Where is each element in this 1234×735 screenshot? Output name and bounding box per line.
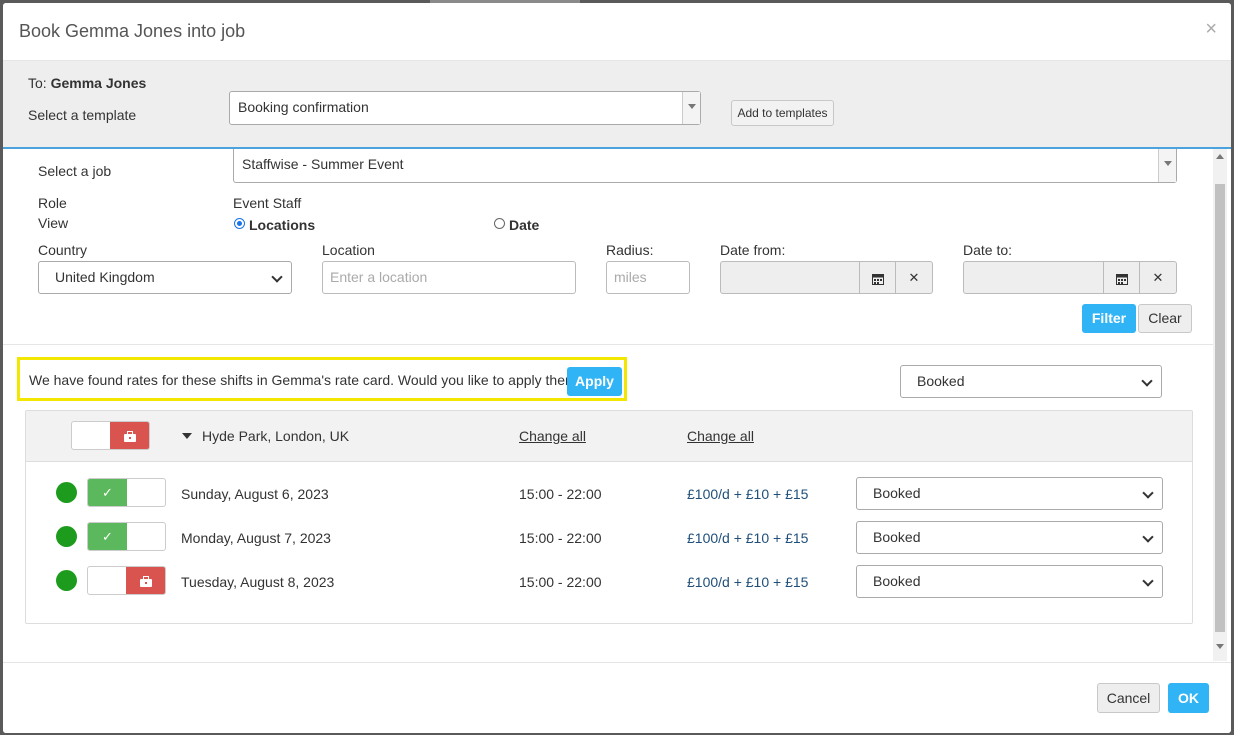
- change-all-rate-link[interactable]: Change all: [687, 428, 754, 444]
- modal-title: Book Gemma Jones into job: [19, 21, 246, 41]
- shift-date: Monday, August 7, 2023: [181, 530, 331, 546]
- view-label: View: [38, 215, 69, 231]
- briefcase-icon: [110, 422, 149, 449]
- role-value: Event Staff: [233, 195, 302, 211]
- modal-header: Book Gemma Jones into job ×: [3, 3, 1231, 61]
- chevron-down-icon: [1142, 487, 1154, 499]
- template-select-value: Booking confirmation: [238, 99, 369, 115]
- shift-status-select[interactable]: Booked: [856, 521, 1163, 554]
- calendar-icon[interactable]: [859, 262, 896, 293]
- check-icon: ✓: [88, 479, 127, 506]
- cancel-button[interactable]: Cancel: [1097, 683, 1160, 713]
- country-select[interactable]: United Kingdom: [38, 261, 292, 294]
- close-icon[interactable]: ×: [1205, 18, 1217, 41]
- chevron-down-icon: [682, 92, 700, 124]
- modal-footer: Cancel OK: [3, 662, 1231, 733]
- radius-label: Radius:: [606, 242, 654, 258]
- shift-date: Tuesday, August 8, 2023: [181, 574, 335, 590]
- date-to-input[interactable]: ✕: [963, 261, 1177, 294]
- shift-status-value: Booked: [873, 573, 921, 589]
- view-date-radio[interactable]: [494, 218, 505, 229]
- shift-status-select[interactable]: Booked: [856, 477, 1163, 510]
- shift-toggle[interactable]: ✓: [87, 522, 166, 551]
- status-all-select[interactable]: Booked: [900, 365, 1162, 398]
- scroll-up-icon[interactable]: [1216, 154, 1224, 159]
- job-select[interactable]: Staffwise - Summer Event: [233, 149, 1177, 183]
- shift-time: 15:00 - 22:00: [519, 486, 602, 502]
- job-select-value: Staffwise - Summer Event: [242, 156, 404, 172]
- date-to-label: Date to:: [963, 242, 1013, 258]
- status-dot: [56, 526, 77, 547]
- country-label: Country: [38, 242, 88, 258]
- job-label: Select a job: [38, 163, 112, 179]
- status-all-value: Booked: [917, 373, 965, 389]
- booking-modal: Book Gemma Jones into job × To: Gemma Jo…: [3, 3, 1231, 733]
- shift-status-value: Booked: [873, 529, 921, 545]
- radius-input[interactable]: miles: [606, 261, 690, 294]
- status-dot: [56, 570, 77, 591]
- check-icon: ✓: [88, 523, 127, 550]
- shift-toggle[interactable]: ✓: [87, 478, 166, 507]
- template-bar: To: Gemma Jones Select a template Bookin…: [3, 61, 1231, 149]
- recipient-name: Gemma Jones: [50, 75, 147, 91]
- template-select[interactable]: Booking confirmation: [229, 91, 701, 125]
- shift-rate-link[interactable]: £100/d + £10 + £15: [687, 530, 808, 546]
- recipient-line: To: Gemma Jones: [28, 75, 146, 91]
- template-label: Select a template: [28, 107, 137, 123]
- view-locations-label[interactable]: Locations: [249, 217, 315, 233]
- chevron-down-icon: [1158, 149, 1176, 182]
- chevron-down-icon: [1142, 575, 1154, 587]
- shift-time: 15:00 - 22:00: [519, 530, 602, 546]
- add-to-templates-button[interactable]: Add to templates: [731, 100, 834, 126]
- caret-down-icon[interactable]: [182, 433, 192, 439]
- group-toggle[interactable]: [71, 421, 150, 450]
- clear-date-to-icon[interactable]: ✕: [1139, 262, 1176, 293]
- chevron-down-icon: [1141, 375, 1153, 387]
- modal-body[interactable]: Select a job Staffwise - Summer Event Ro…: [3, 149, 1231, 661]
- recipient-prefix: To:: [28, 75, 51, 91]
- location-group-name: Hyde Park, London, UK: [202, 428, 350, 444]
- view-locations-radio[interactable]: [234, 218, 245, 229]
- shift-toggle[interactable]: [87, 566, 166, 595]
- status-dot: [56, 482, 77, 503]
- apply-button[interactable]: Apply: [567, 367, 622, 396]
- shift-rate-link[interactable]: £100/d + £10 + £15: [687, 486, 808, 502]
- ok-button[interactable]: OK: [1168, 683, 1209, 713]
- location-group-panel: Hyde Park, London, UK Change all Change …: [25, 410, 1193, 624]
- filter-button[interactable]: Filter: [1082, 304, 1136, 333]
- rate-card-message: We have found rates for these shifts in …: [29, 372, 585, 388]
- country-select-value: United Kingdom: [55, 269, 155, 285]
- change-all-time-link[interactable]: Change all: [519, 428, 586, 444]
- date-from-label: Date from:: [720, 242, 786, 258]
- briefcase-icon: [126, 567, 165, 594]
- location-group-header: Hyde Park, London, UK Change all Change …: [26, 411, 1192, 462]
- clear-date-from-icon[interactable]: ✕: [895, 262, 932, 293]
- rate-card-highlight: We have found rates for these shifts in …: [17, 357, 627, 401]
- shift-rate-link[interactable]: £100/d + £10 + £15: [687, 574, 808, 590]
- view-date-label[interactable]: Date: [509, 217, 539, 233]
- vertical-scrollbar[interactable]: [1213, 149, 1227, 661]
- scroll-down-icon[interactable]: [1216, 644, 1224, 649]
- chevron-down-icon: [1142, 531, 1154, 543]
- location-label: Location: [322, 242, 375, 258]
- date-from-input[interactable]: ✕: [720, 261, 933, 294]
- calendar-icon[interactable]: [1103, 262, 1140, 293]
- shift-time: 15:00 - 22:00: [519, 574, 602, 590]
- shift-status-select[interactable]: Booked: [856, 565, 1163, 598]
- chevron-down-icon: [271, 271, 283, 283]
- location-input[interactable]: Enter a location: [322, 261, 576, 294]
- clear-button[interactable]: Clear: [1138, 304, 1192, 333]
- shift-status-value: Booked: [873, 485, 921, 501]
- shift-date: Sunday, August 6, 2023: [181, 486, 329, 502]
- divider: [3, 344, 1213, 345]
- scrollbar-thumb[interactable]: [1215, 184, 1225, 632]
- role-label: Role: [38, 195, 67, 211]
